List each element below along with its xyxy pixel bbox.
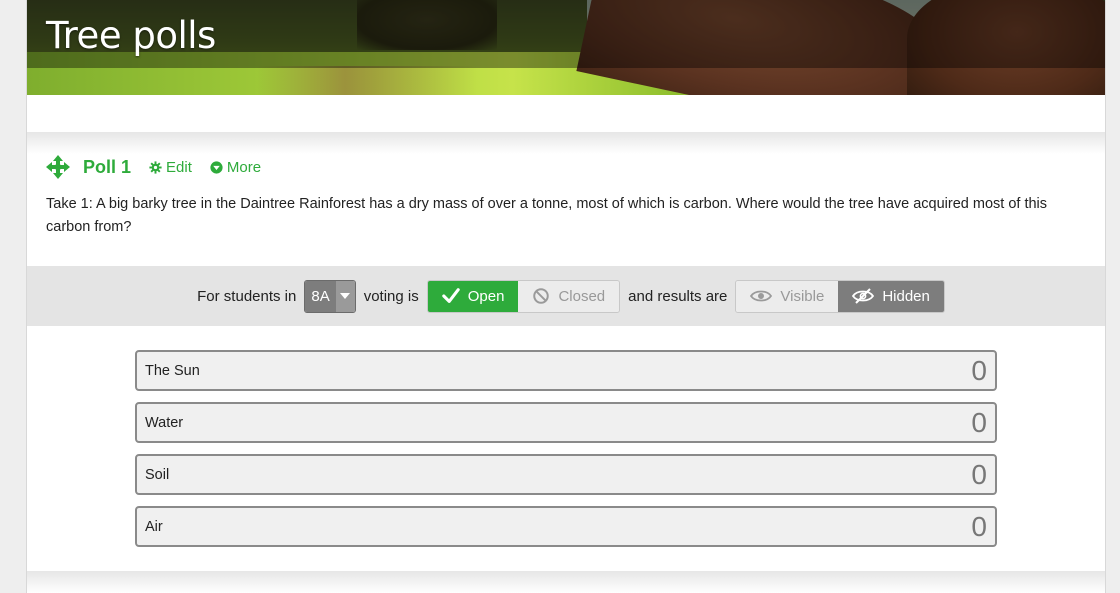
- no-entry-icon: [533, 288, 550, 304]
- answer-option[interactable]: Air 0: [135, 506, 997, 547]
- gear-icon: [149, 160, 162, 174]
- answer-label: Water: [145, 414, 184, 431]
- move-arrows-icon[interactable]: [45, 154, 71, 180]
- closed-label: Closed: [558, 287, 606, 305]
- section-divider: [27, 571, 1105, 593]
- answer-count: 0: [971, 406, 987, 438]
- poll-controls: For students in 8A voting is Open Closed: [27, 266, 1105, 326]
- results-label: and results are: [628, 287, 728, 305]
- answer-label: Air: [145, 518, 163, 535]
- answer-label: Soil: [145, 466, 170, 483]
- edit-link[interactable]: Edit: [149, 159, 192, 176]
- class-select[interactable]: 8A: [304, 279, 356, 313]
- voting-toggle: Open Closed: [426, 279, 621, 313]
- results-hidden-button[interactable]: Hidden: [838, 280, 944, 312]
- results-toggle: Visible Hidden: [735, 279, 945, 313]
- visible-label: Visible: [780, 287, 825, 305]
- voting-closed-button[interactable]: Closed: [518, 280, 620, 312]
- hidden-label: Hidden: [882, 287, 930, 305]
- eye-slash-icon: [852, 288, 875, 304]
- voting-open-button[interactable]: Open: [427, 280, 519, 312]
- open-label: Open: [467, 287, 505, 305]
- answer-count: 0: [971, 510, 987, 542]
- page: Tree polls Poll 1 Edit More Take 1: A bi…: [26, 0, 1106, 593]
- page-title: Tree polls: [46, 14, 216, 57]
- edit-label: Edit: [166, 158, 192, 176]
- header-banner: Tree polls: [27, 0, 1105, 95]
- chevron-down-circle-icon: [210, 160, 223, 174]
- answer-option[interactable]: Water 0: [135, 402, 997, 443]
- answer-count: 0: [971, 354, 987, 386]
- results-visible-button[interactable]: Visible: [736, 280, 839, 312]
- answer-option[interactable]: Soil 0: [135, 454, 997, 495]
- voting-label: voting is: [363, 287, 419, 305]
- poll-question: Take 1: A big barky tree in the Daintree…: [46, 196, 1048, 235]
- answer-label: The Sun: [145, 362, 200, 379]
- more-link[interactable]: More: [210, 159, 261, 176]
- poll-header: Poll 1 Edit More: [45, 154, 279, 180]
- answer-count: 0: [971, 458, 987, 490]
- check-icon: [442, 288, 460, 303]
- poll-title: Poll 1: [83, 156, 132, 177]
- section-divider: [27, 132, 1105, 154]
- students-prefix: For students in: [197, 287, 297, 305]
- class-select-value: 8A: [305, 280, 336, 312]
- eye-icon: [750, 290, 773, 302]
- more-label: More: [226, 158, 262, 176]
- answer-option[interactable]: The Sun 0: [135, 350, 997, 391]
- banner-path: [257, 66, 477, 95]
- caret-down-icon: [335, 280, 355, 312]
